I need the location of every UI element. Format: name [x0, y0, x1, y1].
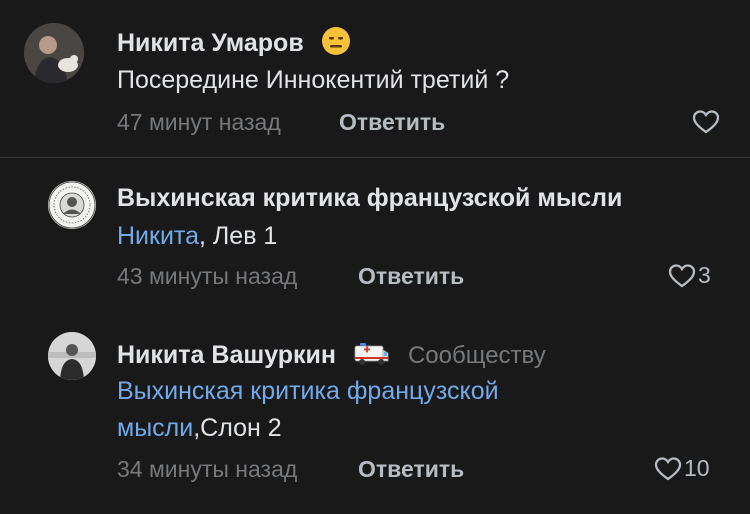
reply-button[interactable]: Ответить [358, 456, 464, 483]
comment-author[interactable]: Никита Вашуркин Сообществу [117, 338, 546, 375]
ambulance-icon [353, 338, 391, 375]
like-button[interactable]: 3 [668, 262, 711, 289]
like-count: 10 [684, 455, 710, 481]
mention-link[interactable]: Никита [117, 222, 199, 250]
like-count: 3 [698, 262, 711, 288]
reply-button[interactable]: Ответить [358, 263, 464, 290]
heart-icon [668, 263, 696, 287]
avatar-vykhinskaya-kritika[interactable] [48, 181, 96, 229]
comment-author[interactable]: Выхинская критика французской мысли [117, 184, 622, 213]
comment-time: 34 минуты назад [117, 456, 298, 482]
heart-icon [692, 110, 720, 134]
heart-icon [654, 456, 682, 480]
person-photo-icon [48, 332, 96, 380]
comment-3: Никита Вашуркин Сообществу Выхинская кри… [0, 308, 750, 514]
comment-time: 47 минут назад [117, 109, 281, 135]
comment-author[interactable]: Никита Умаров [117, 26, 351, 63]
community-badge: Сообществу [407, 342, 546, 370]
mention-link[interactable]: Выхинская критика французской [117, 377, 499, 405]
mention-link-continued[interactable]: мысли [117, 414, 193, 442]
comment-text: Выхинская критика французской мысли,Слон… [117, 377, 499, 442]
comment-2: Выхинская критика французской мысли Ники… [0, 158, 750, 308]
comment-text: Никита, Лев 1 [117, 222, 278, 250]
like-button[interactable] [692, 109, 722, 135]
comment-text: Посередине Иннокентий третий ? [117, 66, 510, 94]
like-button[interactable]: 10 [654, 455, 710, 482]
reply-button[interactable]: Ответить [339, 109, 445, 136]
comment-1: Никита Умаров Посередине Иннокентий трет… [0, 0, 750, 157]
avatar-nikita-umarov[interactable] [24, 23, 84, 83]
seal-logo-icon [48, 181, 96, 229]
comment-time: 43 минуты назад [117, 263, 298, 289]
expressionless-face-icon [321, 26, 351, 63]
person-photo-icon [24, 23, 84, 83]
avatar-nikita-vashurkin[interactable] [48, 332, 96, 380]
